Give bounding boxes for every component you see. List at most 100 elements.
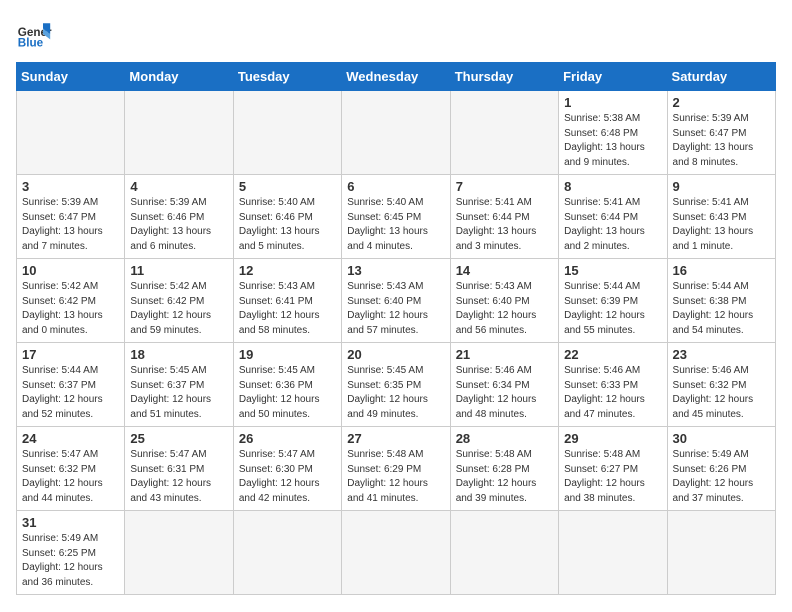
weekday-header-sunday: Sunday [17,63,125,91]
calendar-cell: 21Sunrise: 5:46 AM Sunset: 6:34 PM Dayli… [450,343,558,427]
weekday-header-monday: Monday [125,63,233,91]
day-number: 6 [347,179,444,194]
weekday-header-thursday: Thursday [450,63,558,91]
calendar-cell: 22 Sunrise: 5:46 AM Sunset: 6:33 PM Dayli… [559,343,667,427]
calendar-cell: 4 Sunrise: 5:39 AM Sunset: 6:46 PM Daylig… [125,175,233,259]
day-number: 10 [22,263,119,278]
calendar-cell [667,511,775,595]
day-info: Sunrise: 5:44 AM Sunset: 6:39 PM Dayligh… [564,280,661,338]
day-info: Sunrise: 5:39 AM Sunset: 6:46 PM Dayligh… [130,196,227,254]
day-number: 12 [239,263,336,278]
calendar-cell: 18Sunrise: 5:45 AM Sunset: 6:37 PM Dayli… [125,343,233,427]
day-info: Sunrise: 5:38 AM Sunset: 6:48 PM Dayligh… [564,112,661,170]
calendar-cell: 6 Sunrise: 5:40 AM Sunset: 6:45 PM Daylig… [342,175,450,259]
day-number: 21 [456,347,553,362]
day-info: Sunrise: 5:47 AM Sunset: 6:30 PM Dayligh… [239,448,336,506]
day-info: Sunrise: 5:43 AM Sunset: 6:40 PM Dayligh… [347,280,444,338]
day-number: 24 [22,431,119,446]
calendar-cell: 19Sunrise: 5:45 AM Sunset: 6:36 PM Dayli… [233,343,341,427]
calendar-cell [125,91,233,175]
page-header: General Blue [16,16,776,52]
calendar-cell: 15 Sunrise: 5:44 AM Sunset: 6:39 PM Dayli… [559,259,667,343]
day-info: Sunrise: 5:43 AM Sunset: 6:41 PM Dayligh… [239,280,336,338]
calendar-cell: 14 Sunrise: 5:43 AM Sunset: 6:40 PM Dayli… [450,259,558,343]
day-info: Sunrise: 5:46 AM Sunset: 6:32 PM Dayligh… [673,364,770,422]
day-info: Sunrise: 5:45 AM Sunset: 6:35 PM Dayligh… [347,364,444,422]
day-number: 31 [22,515,119,530]
calendar-cell: 7 Sunrise: 5:41 AM Sunset: 6:44 PM Daylig… [450,175,558,259]
day-number: 5 [239,179,336,194]
calendar-cell: 30 Sunrise: 5:49 AM Sunset: 6:26 PM Dayli… [667,427,775,511]
calendar-cell [450,511,558,595]
day-number: 23 [673,347,770,362]
day-number: 28 [456,431,553,446]
logo: General Blue [16,16,52,52]
day-info: Sunrise: 5:42 AM Sunset: 6:42 PM Dayligh… [22,280,119,338]
day-info: Sunrise: 5:47 AM Sunset: 6:31 PM Dayligh… [130,448,227,506]
day-number: 22 [564,347,661,362]
day-number: 27 [347,431,444,446]
calendar-cell: 28 Sunrise: 5:48 AM Sunset: 6:28 PM Dayli… [450,427,558,511]
weekday-header-saturday: Saturday [667,63,775,91]
day-info: Sunrise: 5:41 AM Sunset: 6:44 PM Dayligh… [456,196,553,254]
day-info: Sunrise: 5:46 AM Sunset: 6:33 PM Dayligh… [564,364,661,422]
calendar-cell: 5 Sunrise: 5:40 AM Sunset: 6:46 PM Daylig… [233,175,341,259]
calendar-cell: 24 Sunrise: 5:47 AM Sunset: 6:32 PM Dayli… [17,427,125,511]
day-info: Sunrise: 5:48 AM Sunset: 6:27 PM Dayligh… [564,448,661,506]
day-info: Sunrise: 5:49 AM Sunset: 6:26 PM Dayligh… [673,448,770,506]
calendar-cell: 12 Sunrise: 5:43 AM Sunset: 6:41 PM Dayli… [233,259,341,343]
day-info: Sunrise: 5:48 AM Sunset: 6:29 PM Dayligh… [347,448,444,506]
calendar-cell: 2Sunrise: 5:39 AM Sunset: 6:47 PM Daylig… [667,91,775,175]
day-info: Sunrise: 5:45 AM Sunset: 6:36 PM Dayligh… [239,364,336,422]
day-number: 20 [347,347,444,362]
day-number: 14 [456,263,553,278]
calendar-cell: 20 Sunrise: 5:45 AM Sunset: 6:35 PM Dayli… [342,343,450,427]
calendar-cell: 27 Sunrise: 5:48 AM Sunset: 6:29 PM Dayli… [342,427,450,511]
calendar-cell [233,91,341,175]
calendar-cell: 31 Sunrise: 5:49 AM Sunset: 6:25 PM Dayli… [17,511,125,595]
calendar-cell [17,91,125,175]
calendar-cell: 29 Sunrise: 5:48 AM Sunset: 6:27 PM Dayli… [559,427,667,511]
day-number: 15 [564,263,661,278]
day-info: Sunrise: 5:41 AM Sunset: 6:44 PM Dayligh… [564,196,661,254]
day-number: 9 [673,179,770,194]
logo-icon: General Blue [16,16,52,52]
calendar-cell: 16 Sunrise: 5:44 AM Sunset: 6:38 PM Dayli… [667,259,775,343]
calendar-cell [450,91,558,175]
calendar-cell [559,511,667,595]
day-number: 13 [347,263,444,278]
day-info: Sunrise: 5:39 AM Sunset: 6:47 PM Dayligh… [22,196,119,254]
weekday-header-wednesday: Wednesday [342,63,450,91]
calendar-cell [233,511,341,595]
calendar-cell: 9 Sunrise: 5:41 AM Sunset: 6:43 PM Daylig… [667,175,775,259]
day-number: 4 [130,179,227,194]
calendar-cell [125,511,233,595]
day-info: Sunrise: 5:44 AM Sunset: 6:38 PM Dayligh… [673,280,770,338]
day-info: Sunrise: 5:43 AM Sunset: 6:40 PM Dayligh… [456,280,553,338]
day-number: 17 [22,347,119,362]
day-info: Sunrise: 5:47 AM Sunset: 6:32 PM Dayligh… [22,448,119,506]
calendar-table: SundayMondayTuesdayWednesdayThursdayFrid… [16,62,776,595]
day-info: Sunrise: 5:39 AM Sunset: 6:47 PM Dayligh… [673,112,770,170]
calendar-cell [342,91,450,175]
day-info: Sunrise: 5:49 AM Sunset: 6:25 PM Dayligh… [22,532,119,590]
day-number: 25 [130,431,227,446]
calendar-cell: 10 Sunrise: 5:42 AM Sunset: 6:42 PM Dayli… [17,259,125,343]
day-number: 16 [673,263,770,278]
day-info: Sunrise: 5:40 AM Sunset: 6:45 PM Dayligh… [347,196,444,254]
day-number: 30 [673,431,770,446]
svg-text:Blue: Blue [18,37,44,50]
day-info: Sunrise: 5:41 AM Sunset: 6:43 PM Dayligh… [673,196,770,254]
calendar-cell: 3 Sunrise: 5:39 AM Sunset: 6:47 PM Daylig… [17,175,125,259]
day-number: 18 [130,347,227,362]
day-info: Sunrise: 5:44 AM Sunset: 6:37 PM Dayligh… [22,364,119,422]
day-number: 11 [130,263,227,278]
day-number: 26 [239,431,336,446]
day-number: 29 [564,431,661,446]
calendar-cell: 25 Sunrise: 5:47 AM Sunset: 6:31 PM Dayli… [125,427,233,511]
day-number: 3 [22,179,119,194]
day-info: Sunrise: 5:40 AM Sunset: 6:46 PM Dayligh… [239,196,336,254]
day-number: 7 [456,179,553,194]
day-info: Sunrise: 5:48 AM Sunset: 6:28 PM Dayligh… [456,448,553,506]
calendar-cell: 17 Sunrise: 5:44 AM Sunset: 6:37 PM Dayli… [17,343,125,427]
